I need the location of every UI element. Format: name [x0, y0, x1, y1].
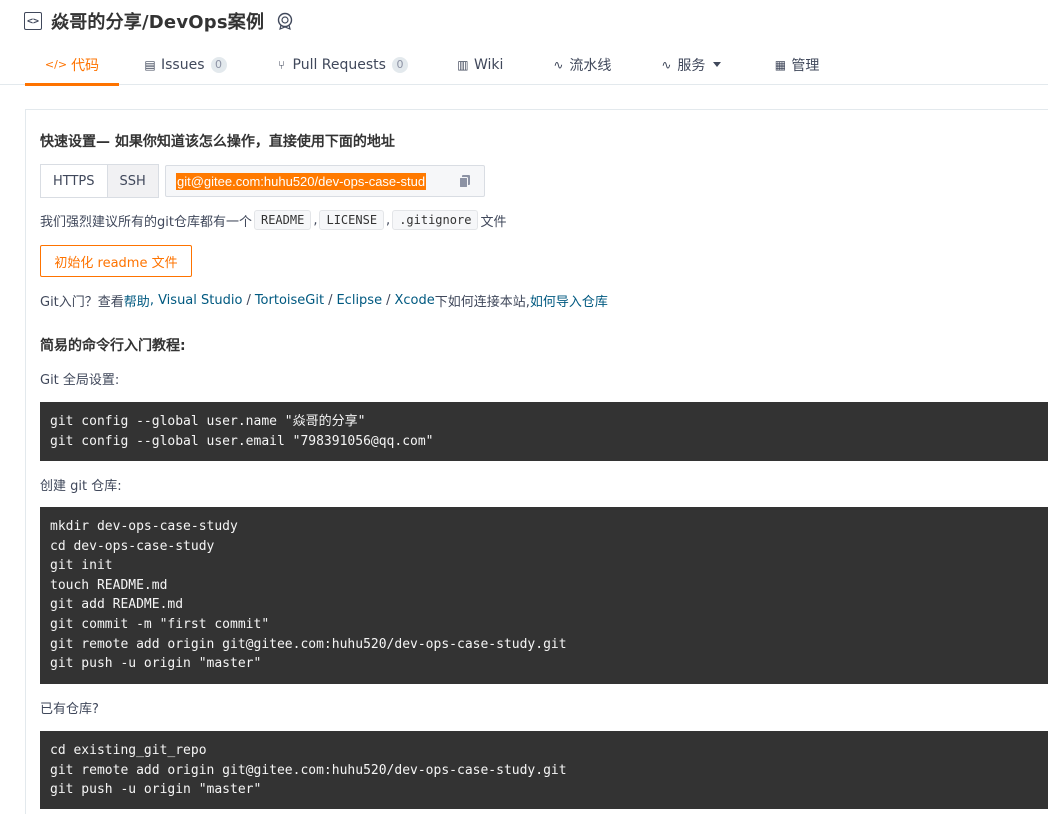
- tutorial-heading: 简易的命令行入门教程:: [40, 338, 186, 354]
- clone-url-field[interactable]: git@gitee.com:huhu520/dev-ops-case-stud: [165, 165, 485, 197]
- ssh-button[interactable]: SSH: [107, 164, 159, 198]
- import-repo-link[interactable]: 如何导入仓库: [530, 291, 608, 310]
- pull-request-icon: ⑂: [277, 57, 286, 72]
- manage-icon: ▦: [774, 57, 787, 72]
- pull-requests-count-badge: 0: [391, 56, 408, 73]
- git-intro-middle: 下如何连接本站,: [434, 294, 530, 310]
- code-line: git remote add origin git@gitee.com:huhu…: [50, 636, 567, 652]
- code-line: git add README.md: [50, 597, 184, 613]
- code-line: git config --global user.name "焱哥的分享": [50, 414, 366, 429]
- comma-2: ,: [386, 212, 391, 228]
- tab-issues[interactable]: ▤ Issues 0: [143, 44, 227, 85]
- badge-icon[interactable]: [276, 12, 294, 30]
- code-line: cd existing_git_repo: [50, 743, 207, 758]
- code-line: git config --global user.email "79839105…: [50, 433, 434, 449]
- pipeline-icon: ∿: [553, 57, 564, 72]
- tab-pipeline-label: 流水线: [569, 57, 612, 74]
- clone-url-text[interactable]: git@gitee.com:huhu520/dev-ops-case-stud: [176, 172, 427, 190]
- https-button[interactable]: HTTPS: [40, 164, 108, 198]
- readme-chip: README: [253, 210, 312, 230]
- xcode-link[interactable]: Xcode: [394, 293, 434, 308]
- comma-1: ,: [313, 212, 318, 228]
- wiki-icon: ▥: [457, 57, 469, 72]
- slash-2: /: [328, 292, 333, 308]
- global-settings-label: Git 全局设置:: [40, 373, 120, 388]
- visual-studio-link[interactable]: , Visual Studio: [150, 293, 243, 308]
- code-line: git remote add origin git@gitee.com:huhu…: [50, 762, 567, 778]
- code-line: git init: [50, 558, 113, 574]
- create-repo-code: mkdir dev-ops-case-study cd dev-ops-case…: [40, 507, 1048, 684]
- code-line: touch README.md: [50, 577, 168, 593]
- git-intro-prefix: Git入门？查看: [40, 294, 124, 310]
- tab-manage-label: 管理: [791, 57, 820, 74]
- code-icon: </>: [44, 58, 68, 71]
- help-link[interactable]: 帮助: [124, 291, 150, 310]
- protocol-switch: HTTPS SSH: [40, 164, 159, 198]
- tab-wiki[interactable]: ▥ Wiki: [456, 44, 503, 85]
- quick-setup-heading: 快速设置— 如果你知道该怎么操作，直接使用下面的地址: [40, 134, 395, 150]
- tortoisegit-link[interactable]: TortoiseGit: [255, 293, 324, 308]
- tab-pull-requests[interactable]: ⑂ Pull Requests 0: [275, 44, 408, 85]
- eclipse-link[interactable]: Eclipse: [336, 293, 382, 308]
- existing-repo-code: cd existing_git_repo git remote add orig…: [40, 731, 1048, 809]
- global-settings-code: git config --global user.name "焱哥的分享" gi…: [40, 402, 1048, 461]
- gitignore-chip: .gitignore: [392, 210, 479, 230]
- tab-code-label: 代码: [71, 57, 100, 74]
- code-line: git push -u origin "master": [50, 782, 262, 798]
- existing-repo-label: 已有仓库?: [40, 702, 99, 717]
- repo-icon: <>: [24, 12, 42, 30]
- recommend-prefix: 我们强烈建议所有的git仓库都有一个: [40, 214, 252, 230]
- tab-services[interactable]: ∿ 服务: [659, 44, 722, 85]
- tab-code[interactable]: </> 代码: [25, 44, 119, 86]
- code-line: git commit -m "first commit": [50, 616, 270, 632]
- tab-pull-requests-label: Pull Requests: [292, 56, 386, 73]
- git-intro-line: Git入门？查看 帮助 , Visual Studio / TortoiseGi…: [40, 290, 608, 310]
- repo-title[interactable]: 焱哥的分享/DevOps案例: [51, 8, 264, 34]
- code-line: mkdir dev-ops-case-study: [50, 519, 238, 534]
- repo-header: <> 焱哥的分享/DevOps案例 </> 代码 ▤ Issues 0 ⑂ Pu…: [0, 0, 1048, 86]
- slash-3: /: [386, 292, 391, 308]
- tab-manage[interactable]: ▦ 管理: [773, 44, 820, 85]
- repo-title-row: <> 焱哥的分享/DevOps案例: [24, 8, 294, 34]
- issues-icon: ▤: [144, 57, 156, 72]
- chevron-down-icon: [713, 62, 722, 67]
- tab-wiki-label: Wiki: [473, 56, 504, 73]
- recommend-text: 我们强烈建议所有的git仓库都有一个 README, LICENSE, .git…: [40, 208, 506, 232]
- create-repo-label: 创建 git 仓库:: [40, 479, 122, 494]
- tab-services-label: 服务: [677, 57, 706, 74]
- issues-count-badge: 0: [210, 56, 227, 73]
- activity-icon: ∿: [661, 57, 672, 72]
- repo-tabs: </> 代码 ▤ Issues 0 ⑂ Pull Requests 0 ▥ Wi…: [25, 44, 820, 86]
- slash-1: /: [246, 292, 251, 308]
- tab-issues-label: Issues: [161, 56, 205, 73]
- tab-pipeline[interactable]: ∿ 流水线: [551, 44, 611, 85]
- license-chip: LICENSE: [319, 210, 385, 230]
- recommend-suffix: 文件: [480, 214, 507, 230]
- copy-icon[interactable]: [458, 174, 472, 188]
- init-readme-button[interactable]: 初始化 readme 文件: [40, 245, 192, 277]
- code-line: cd dev-ops-case-study: [50, 538, 215, 554]
- code-line: git push -u origin "master": [50, 656, 262, 672]
